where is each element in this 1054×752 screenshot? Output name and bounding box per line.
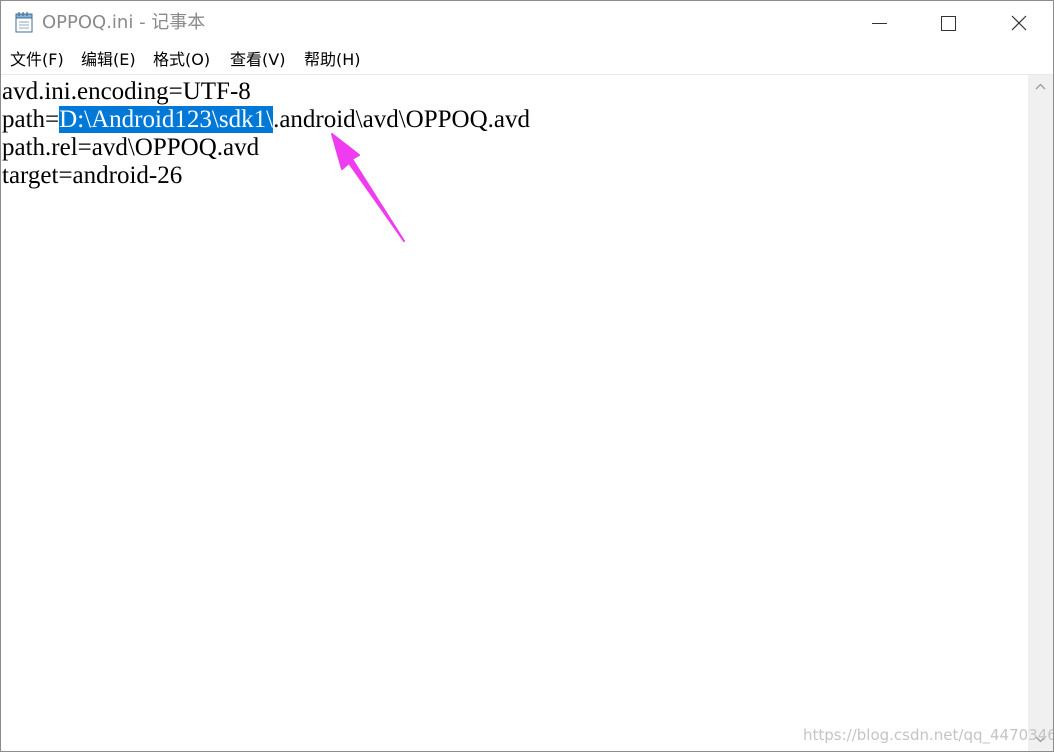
scroll-up-button[interactable]: [1028, 75, 1053, 99]
maximize-button[interactable]: [915, 1, 985, 45]
text-editor[interactable]: avd.ini.encoding=UTF-8 path=D:\Android12…: [1, 75, 1028, 751]
menu-format[interactable]: 格式(O): [153, 49, 210, 71]
notepad-window: OPPOQ.ini - 记事本 文件(F) 编辑(E) 格式(O) 查看(V) …: [0, 0, 1054, 752]
menu-bar: 文件(F) 编辑(E) 格式(O) 查看(V) 帮助(H): [1, 45, 1053, 75]
selected-text: D:\Android123\sdk1\: [59, 106, 274, 133]
text-line: path=D:\Android123\sdk1\.android\avd\OPP…: [2, 106, 530, 134]
minimize-button[interactable]: [845, 1, 915, 45]
text-line: path.rel=avd\OPPOQ.avd: [2, 134, 260, 161]
maximize-icon: [941, 16, 956, 31]
text-line: avd.ini.encoding=UTF-8: [2, 78, 251, 105]
menu-edit[interactable]: 编辑(E): [81, 49, 136, 71]
window-title: OPPOQ.ini - 记事本: [42, 12, 206, 33]
title-bar[interactable]: OPPOQ.ini - 记事本: [1, 1, 1053, 45]
menu-file[interactable]: 文件(F): [10, 49, 64, 71]
close-icon: [1011, 15, 1027, 31]
line-suffix: .android\avd\OPPOQ.avd: [273, 106, 530, 133]
text-line: target=android-26: [2, 162, 183, 189]
close-button[interactable]: [985, 1, 1053, 45]
line-prefix: path=: [2, 106, 60, 133]
menu-help[interactable]: 帮助(H): [304, 49, 361, 71]
menu-view[interactable]: 查看(V): [230, 49, 285, 71]
minimize-icon: [872, 23, 887, 24]
watermark: https://blog.csdn.net/qq_44703460: [803, 726, 1054, 744]
vertical-scrollbar[interactable]: [1028, 75, 1053, 751]
notepad-icon: [14, 11, 34, 33]
chevron-up-icon: [1035, 83, 1046, 90]
